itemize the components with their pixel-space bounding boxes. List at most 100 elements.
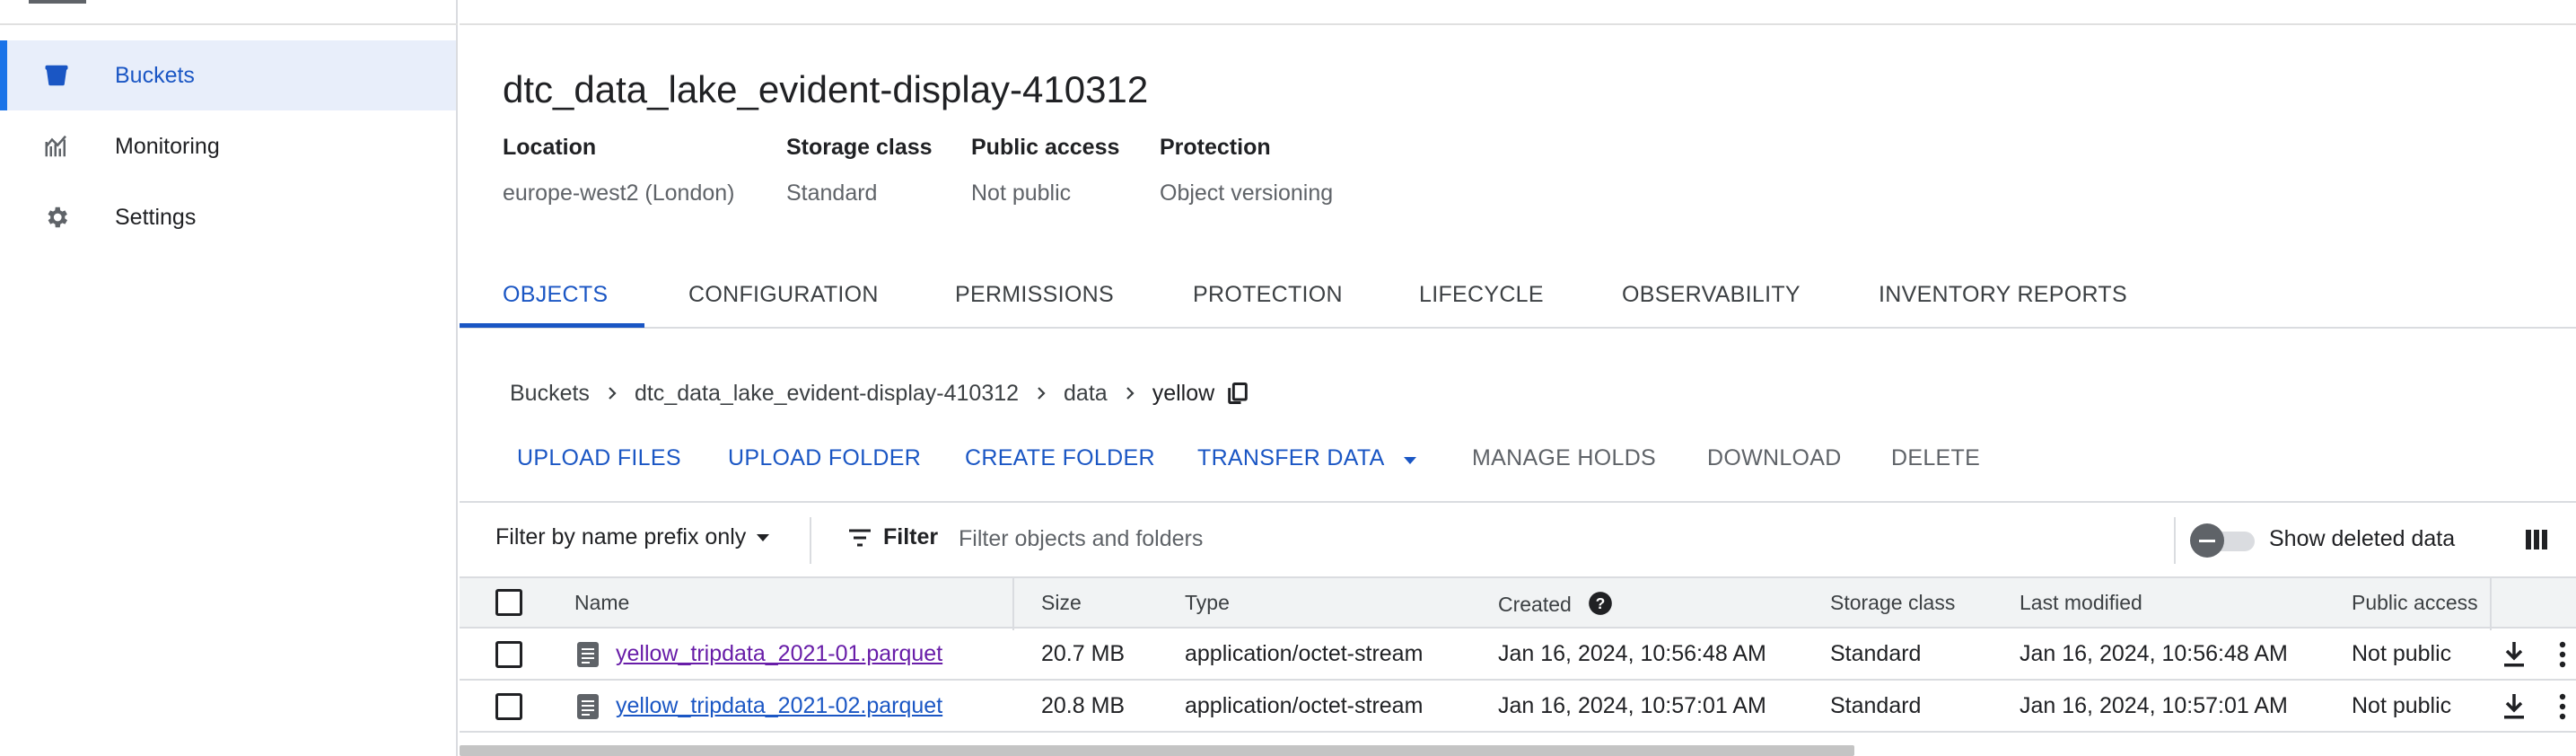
select-all-checkbox[interactable] [495,589,522,616]
column-display-icon[interactable] [2524,526,2549,558]
divider [810,517,811,564]
filter-input[interactable] [959,521,1587,557]
tab-lifecycle[interactable]: LIFECYCLE [1419,269,1544,329]
header-public-access[interactable]: Public access [2352,591,2488,615]
cell-created: Jan 16, 2024, 10:57:01 AM [1498,693,1766,718]
breadcrumb-buckets[interactable]: Buckets [510,381,590,407]
table-header: Name Size Type Created ? Storage class L… [460,576,2576,630]
copy-icon[interactable] [1225,381,1250,406]
filter-button[interactable]: Filter [847,524,938,550]
caret-down-icon [1402,446,1418,472]
tab-configuration[interactable]: CONFIGURATION [688,269,879,329]
cell-public-access: Not public [2352,693,2452,718]
header-created-label: Created [1498,593,1572,617]
cell-size: 20.8 MB [1041,693,1126,718]
object-name-link[interactable]: yellow_tripdata_2021-02.parquet [616,693,942,719]
header-name[interactable]: Name [574,591,629,615]
info-location: Location europe-west2 (London) [503,135,735,207]
cell-type: application/octet-stream [1185,693,1424,718]
sidebar-divider [0,23,458,25]
cell-last-modified: Jan 16, 2024, 10:57:01 AM [2020,693,2288,718]
table-row: yellow_tripdata_2021-02.parquet 20.8 MB … [460,681,2576,733]
info-key: Protection [1160,135,1271,160]
upload-folder-button[interactable]: UPLOAD FOLDER [728,445,921,471]
chevron-right-icon [604,385,620,401]
tab-protection[interactable]: PROTECTION [1193,269,1343,329]
transfer-data-label: TRANSFER DATA [1197,445,1384,470]
header-created[interactable]: Created ? [1498,591,1613,621]
horizontal-scrollbar[interactable] [460,745,1854,756]
column-divider [2490,578,2492,630]
breadcrumb-current: yellow [1152,380,1215,406]
show-deleted-toggle[interactable] [2190,523,2258,558]
cell-storage-class: Standard [1830,641,1922,666]
tab-observability[interactable]: OBSERVABILITY [1622,269,1801,329]
object-name-link[interactable]: yellow_tripdata_2021-01.parquet [616,641,942,667]
page-title: dtc_data_lake_evident-display-410312 [503,68,1149,110]
sidebar-item-label: Buckets [115,62,195,88]
transfer-data-button[interactable]: TRANSFER DATA [1197,445,1418,472]
divider [2174,517,2176,564]
info-value: Standard [786,180,878,206]
action-bar: UPLOAD FILES UPLOAD FOLDER CREATE FOLDER… [460,422,2576,503]
info-key: Public access [971,135,1120,160]
tab-inventory-reports[interactable]: INVENTORY REPORTS [1879,269,2127,329]
tab-objects[interactable]: OBJECTS [503,269,608,329]
delete-button[interactable]: DELETE [1891,445,1980,471]
filter-mode-select[interactable]: Filter by name prefix only [495,524,771,550]
tab-bar: OBJECTS CONFIGURATION PERMISSIONS PROTEC… [460,269,2576,329]
header-divider [460,23,2576,25]
header-last-modified[interactable]: Last modified [2020,591,2142,615]
info-key: Location [503,135,597,160]
column-divider [1012,578,1014,630]
toggle-knob [2190,523,2224,558]
sidebar-item-label: Settings [115,204,197,230]
breadcrumb-bucket[interactable]: dtc_data_lake_evident-display-410312 [635,381,1019,407]
sidebar-item-label: Monitoring [115,133,220,159]
cell-storage-class: Standard [1830,693,1922,718]
info-value: Object versioning [1160,180,1334,206]
upload-files-button[interactable]: UPLOAD FILES [517,445,681,471]
download-icon[interactable] [2501,639,2528,674]
info-value: europe-west2 (London) [503,180,735,206]
info-protection: Protection Object versioning [1160,135,1333,207]
create-folder-button[interactable]: CREATE FOLDER [965,445,1155,471]
sidebar-item-monitoring[interactable]: Monitoring [0,111,456,181]
cell-created: Jan 16, 2024, 10:56:48 AM [1498,641,1766,666]
header-size[interactable]: Size [1041,591,1082,615]
sidebar: Buckets Monitoring Settings [0,0,458,756]
manage-holds-button[interactable]: MANAGE HOLDS [1472,445,1656,471]
bucket-icon [41,60,72,91]
caret-down-icon [755,532,771,543]
filter-mode-label: Filter by name prefix only [495,524,747,549]
help-icon[interactable]: ? [1588,591,1613,621]
row-checkbox[interactable] [495,693,522,720]
download-button[interactable]: DOWNLOAD [1707,445,1842,471]
chevron-right-icon [1033,385,1049,401]
cell-public-access: Not public [2352,641,2452,666]
menu-edge [29,0,86,4]
info-value: Not public [971,180,1072,206]
chevron-right-icon [1122,385,1138,401]
svg-text:?: ? [1596,594,1606,612]
tab-permissions[interactable]: PERMISSIONS [955,269,1114,329]
active-tab-indicator [460,323,644,328]
header-storage-class[interactable]: Storage class [1830,591,1955,615]
header-type[interactable]: Type [1185,591,1230,615]
more-options-icon[interactable] [2558,639,2567,674]
cell-last-modified: Jan 16, 2024, 10:56:48 AM [2020,641,2288,666]
gear-icon [41,202,72,233]
chart-icon [41,131,72,162]
file-icon [576,641,600,672]
breadcrumb-data[interactable]: data [1064,381,1108,407]
more-options-icon[interactable] [2558,691,2567,726]
filter-icon [847,528,872,548]
row-checkbox[interactable] [495,641,522,668]
show-deleted-label: Show deleted data [2269,526,2456,551]
sidebar-item-settings[interactable]: Settings [0,182,456,252]
main-panel: dtc_data_lake_evident-display-410312 Loc… [460,0,2576,756]
cell-type: application/octet-stream [1185,641,1424,666]
sidebar-item-buckets[interactable]: Buckets [0,40,456,110]
download-icon[interactable] [2501,691,2528,726]
info-key: Storage class [786,135,933,160]
